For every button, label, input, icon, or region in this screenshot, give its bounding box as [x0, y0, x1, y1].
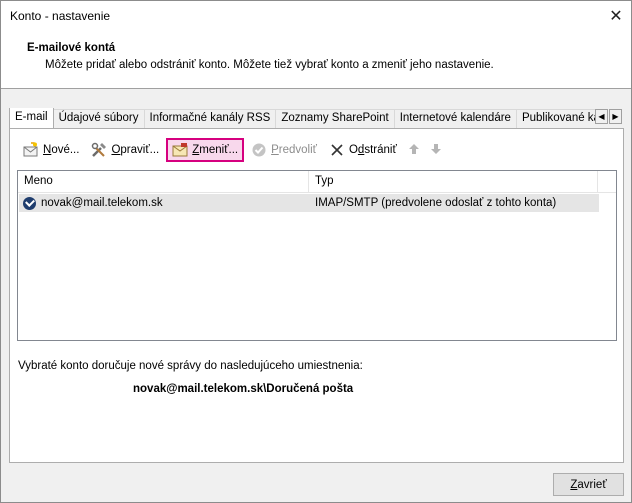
tab-data-files[interactable]: Údajové súbory [52, 109, 145, 128]
move-up-button[interactable] [404, 138, 424, 162]
change-button[interactable]: Zmeniť... [166, 138, 245, 162]
repair-label-mnemonic: O [111, 144, 121, 156]
repair-tools-icon [91, 142, 108, 158]
column-header-type[interactable]: Typ [309, 171, 598, 193]
tab-email[interactable]: E-mail [9, 108, 54, 128]
list-header: Meno Typ [18, 171, 616, 193]
change-label: meniť... [199, 144, 239, 156]
set-default-button[interactable]: Predvoliť [246, 138, 322, 162]
new-label-mnemonic: N [43, 144, 52, 156]
new-button[interactable]: Nové... [18, 138, 84, 162]
header-title: E-mailové kontá [27, 42, 116, 54]
arrow-up-icon [408, 143, 420, 158]
delete-x-icon [329, 142, 346, 158]
remove-button[interactable]: Od strániť [324, 138, 402, 162]
account-type: IMAP/SMTP (predvolene odoslať z tohto ko… [315, 197, 557, 209]
account-name: novak@mail.telekom.sk [41, 197, 163, 209]
tab-published-calendars[interactable]: Publikované kalendáre [515, 109, 595, 128]
default-account-check-icon [23, 196, 36, 210]
account-name-cell: novak@mail.telekom.sk [19, 196, 309, 210]
default-label-mnemonic: P [271, 144, 279, 156]
table-row[interactable]: novak@mail.telekom.sk IMAP/SMTP (predvol… [19, 194, 599, 212]
repair-label: praviť... [120, 144, 160, 156]
close-label-mnemonic: Z [570, 478, 578, 491]
header-description: Môžete pridať alebo odstrániť konto. Môž… [45, 59, 494, 71]
change-label-mnemonic: Z [192, 144, 200, 156]
tab-rss-feeds[interactable]: Informačné kanály RSS [143, 109, 277, 128]
delivery-description: Vybraté konto doručuje nové správy do na… [18, 360, 363, 372]
tab-sharepoint-lists[interactable]: Zoznamy SharePoint [275, 109, 395, 128]
close-label: avrieť [577, 478, 607, 491]
repair-button[interactable]: Opraviť... [86, 138, 164, 162]
tab-internet-calendars[interactable]: Internetové kalendáre [393, 109, 517, 128]
window-title: Konto - nastavenie [10, 9, 111, 23]
tab-scroll-left-icon[interactable]: ◀ [595, 109, 608, 124]
delivery-location: novak@mail.telekom.sk\Doručená pošta [133, 383, 354, 395]
tab-scroll-right-icon[interactable]: ▶ [609, 109, 622, 124]
remove-label-pre: O [348, 144, 358, 156]
email-tab-panel: Nové... Opraviť... Z meniť... P redvoliť… [9, 128, 624, 463]
remove-label: strániť [364, 144, 397, 156]
close-icon[interactable]: ✕ [601, 1, 631, 31]
toolbar: Nové... Opraviť... Z meniť... P redvoliť… [18, 138, 448, 162]
dialog-header: E-mailové kontá Môžete pridať alebo odst… [1, 31, 631, 89]
column-header-name[interactable]: Meno [18, 171, 309, 193]
envelope-new-icon [23, 142, 40, 158]
move-down-button[interactable] [426, 138, 446, 162]
checkmark-circle-icon [251, 142, 268, 158]
title-bar: Konto - nastavenie ✕ [1, 1, 631, 31]
accounts-list[interactable]: Meno Typ novak@mail.telekom.sk IMAP/SMTP… [17, 170, 617, 341]
arrow-down-icon [430, 143, 442, 158]
account-settings-dialog: Konto - nastavenie ✕ E-mailové kontá Môž… [0, 0, 632, 503]
close-button[interactable]: Zavrieť [553, 473, 624, 496]
new-label: ové... [51, 144, 80, 156]
default-label: redvoliť [278, 144, 317, 156]
tab-strip: E-mail Údajové súbory Informačné kanály … [9, 108, 595, 128]
change-settings-icon [172, 142, 189, 158]
